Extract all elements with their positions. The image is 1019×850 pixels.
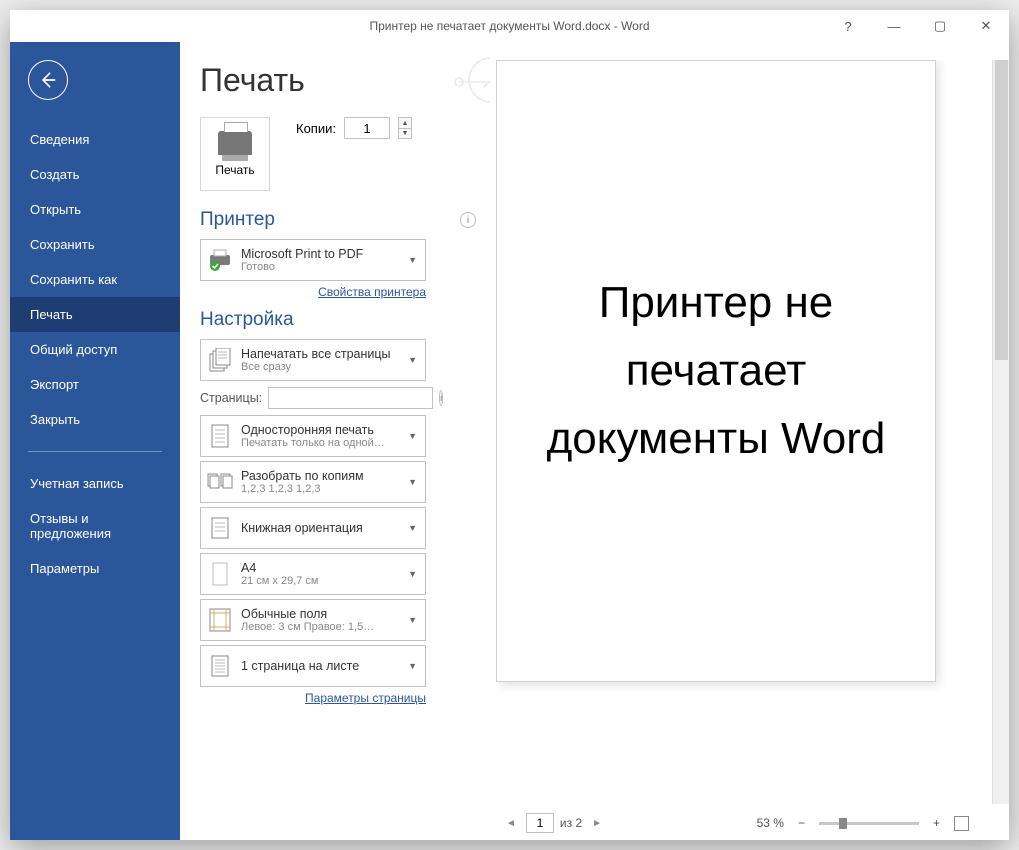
sidebar-item-close[interactable]: Закрыть [10, 402, 180, 437]
paper-size-select[interactable]: A421 см x 29,7 см ▼ [200, 553, 426, 595]
back-button[interactable] [28, 60, 68, 100]
chevron-down-icon: ▼ [404, 355, 421, 365]
preview-text: Принтер не печатает документы Word [533, 269, 899, 474]
copies-decrease[interactable]: ▼ [398, 128, 412, 139]
help-button[interactable]: ? [825, 10, 871, 42]
duplex-select[interactable]: Односторонняя печатьПечатать только на о… [200, 415, 426, 457]
orientation-select[interactable]: Книжная ориентация ▼ [200, 507, 426, 549]
printer-name: Microsoft Print to PDF [241, 247, 396, 261]
printer-section-title: Принтер [200, 209, 275, 231]
sidebar-separator [28, 451, 162, 452]
sidebar-item-info[interactable]: Сведения [10, 122, 180, 157]
print-range-select[interactable]: Напечатать все страницыВсе сразу ▼ [200, 339, 426, 381]
sidebar-item-export[interactable]: Экспорт [10, 367, 180, 402]
single-sheet-icon [207, 653, 233, 679]
sidebar-item-save-as[interactable]: Сохранить как [10, 262, 180, 297]
chevron-down-icon: ▼ [404, 661, 421, 671]
maximize-button[interactable]: ▢ [917, 10, 963, 42]
pages-label: Страницы: [200, 391, 262, 405]
printer-info-icon[interactable]: i [460, 212, 476, 228]
single-page-icon [207, 423, 233, 449]
copies-increase[interactable]: ▲ [398, 117, 412, 128]
chevron-down-icon: ▼ [404, 255, 421, 265]
copies-input[interactable] [344, 117, 390, 139]
zoom-out-button[interactable]: − [794, 816, 809, 830]
next-page-button[interactable]: ► [588, 818, 606, 829]
minimize-button[interactable]: — [871, 10, 917, 42]
window-title: Принтер не печатает документы Word.docx … [369, 19, 649, 33]
preview-vertical-scrollbar[interactable] [992, 60, 1009, 804]
printer-select[interactable]: Microsoft Print to PDF Готово ▼ [200, 239, 426, 281]
window-controls: ? — ▢ ✕ [825, 10, 1009, 42]
page-total-label: из 2 [560, 816, 582, 830]
sidebar-item-account[interactable]: Учетная запись [10, 466, 180, 501]
print-settings-panel: Печать Печать Копии: ▲ ▼ [180, 42, 490, 840]
collate-icon [207, 469, 233, 495]
page-number-input[interactable] [526, 813, 554, 833]
print-preview-panel: Принтер не печатает документы Word ◄ из … [490, 42, 1009, 840]
portrait-icon [207, 515, 233, 541]
copies-label: Копии: [296, 121, 336, 136]
zoom-level-label: 53 % [757, 816, 784, 830]
zoom-slider[interactable] [819, 822, 919, 825]
sidebar-item-save[interactable]: Сохранить [10, 227, 180, 262]
preview-page: Принтер не печатает документы Word [496, 60, 936, 682]
title-bar: Принтер не печатает документы Word.docx … [10, 10, 1009, 42]
chevron-down-icon: ▼ [404, 615, 421, 625]
page-title: Печать [200, 62, 476, 99]
pages-info-icon[interactable]: i [439, 390, 443, 406]
print-button-label: Печать [215, 163, 254, 177]
zoom-fit-button[interactable] [954, 816, 969, 831]
sidebar-item-new[interactable]: Создать [10, 157, 180, 192]
sidebar-item-options[interactable]: Параметры [10, 551, 180, 586]
chevron-down-icon: ▼ [404, 431, 421, 441]
pages-per-sheet-select[interactable]: 1 страница на листе ▼ [200, 645, 426, 687]
pages-input[interactable] [268, 387, 433, 409]
margins-icon [207, 607, 233, 633]
settings-section-title: Настройка [200, 309, 294, 331]
close-button[interactable]: ✕ [963, 10, 1009, 42]
sidebar-item-share[interactable]: Общий доступ [10, 332, 180, 367]
chevron-down-icon: ▼ [404, 477, 421, 487]
printer-properties-link[interactable]: Свойства принтера [318, 285, 426, 299]
zoom-in-button[interactable]: + [929, 816, 944, 830]
printer-status-icon [207, 247, 233, 273]
collate-select[interactable]: Разобрать по копиям1,2,3 1,2,3 1,2,3 ▼ [200, 461, 426, 503]
prev-page-button[interactable]: ◄ [502, 818, 520, 829]
printer-icon [218, 131, 252, 155]
nav-primary: Сведения Создать Открыть Сохранить Сохра… [10, 122, 180, 586]
preview-footer: ◄ из 2 ► 53 % − + [496, 806, 991, 840]
printer-status: Готово [241, 261, 396, 273]
sidebar-item-print[interactable]: Печать [10, 297, 180, 332]
chevron-down-icon: ▼ [404, 523, 421, 533]
app-window: Принтер не печатает документы Word.docx … [10, 10, 1009, 840]
sidebar-item-open[interactable]: Открыть [10, 192, 180, 227]
main: Печать Печать Копии: ▲ ▼ [180, 42, 1009, 840]
backstage-sidebar: Сведения Создать Открыть Сохранить Сохра… [10, 42, 180, 840]
page-setup-link[interactable]: Параметры страницы [305, 691, 426, 705]
margins-select[interactable]: Обычные поляЛевое: 3 см Правое: 1,5… ▼ [200, 599, 426, 641]
pages-stack-icon [207, 347, 233, 373]
arrow-left-icon [38, 70, 58, 90]
sidebar-item-feedback[interactable]: Отзывы и предложения [10, 501, 180, 551]
page-blank-icon [207, 561, 233, 587]
print-button[interactable]: Печать [200, 117, 270, 191]
chevron-down-icon: ▼ [404, 569, 421, 579]
